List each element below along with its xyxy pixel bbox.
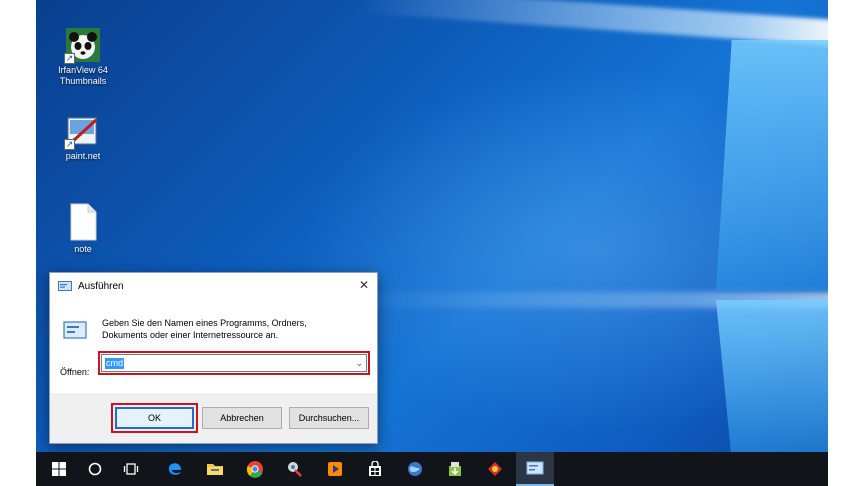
taskbar-file-explorer[interactable] — [196, 452, 234, 486]
run-dialog: Ausführen ✕ Geben Sie den Namen eines Pr… — [49, 272, 378, 444]
run-command-input[interactable]: cmd ⌄ — [101, 354, 367, 372]
desktop-icon-label-line2: Thumbnails — [59, 76, 107, 86]
game-icon — [488, 462, 502, 476]
ok-button[interactable]: OK — [115, 407, 194, 429]
file-explorer-icon — [207, 464, 223, 475]
installer-icon — [449, 462, 461, 476]
browse-button[interactable]: Durchsuchen... — [289, 407, 369, 429]
chevron-down-icon[interactable]: ⌄ — [355, 358, 363, 369]
windows-start-icon — [52, 462, 66, 476]
task-view-button[interactable] — [112, 452, 150, 486]
dialog-body: Geben Sie den Namen eines Programms, Ord… — [50, 299, 377, 393]
open-label: Öffnen: — [60, 367, 90, 377]
wallpaper-windows-pane-lower — [716, 300, 828, 452]
shortcut-arrow-icon: ↗ — [64, 139, 75, 150]
globe-app-icon — [408, 462, 422, 476]
close-button[interactable]: ✕ — [357, 278, 371, 292]
taskbar-app-pinwheel[interactable] — [276, 452, 314, 486]
taskbar-store[interactable] — [356, 452, 394, 486]
taskbar-game[interactable] — [476, 452, 514, 486]
text-file-icon — [66, 202, 100, 241]
desktop-icon-label: paint.net — [65, 151, 101, 161]
desktop-icon-label: IrfanView 64 — [58, 65, 108, 75]
taskbar-installer[interactable] — [436, 452, 474, 486]
media-player-icon — [328, 462, 342, 476]
paintnet-icon: ↗ — [64, 114, 100, 150]
dialog-button-bar: OK Abbrechen Durchsuchen... — [50, 393, 377, 443]
irfanview-panda-icon: ↗ — [64, 28, 100, 64]
run-app-icon — [526, 461, 544, 475]
taskbar-media-player[interactable] — [316, 452, 354, 486]
desktop-icon-label: note — [74, 244, 92, 254]
cancel-button[interactable]: Abbrechen — [202, 407, 282, 429]
wallpaper-light-beam — [356, 0, 828, 46]
taskbar-globe-app[interactable] — [396, 452, 434, 486]
shortcut-arrow-icon: ↗ — [64, 53, 75, 64]
cortana-search-button[interactable] — [76, 452, 114, 486]
desktop-icon-note[interactable]: note — [48, 202, 118, 255]
desktop-icon-paintnet[interactable]: ↗ paint.net — [48, 114, 118, 162]
cortana-search-icon — [88, 462, 102, 476]
task-view-icon — [123, 463, 139, 475]
taskbar — [36, 452, 828, 486]
store-icon — [369, 461, 381, 476]
dialog-description: Geben Sie den Namen eines Programms, Ord… — [102, 318, 307, 340]
run-app-icon — [58, 281, 72, 291]
taskbar-chrome[interactable] — [236, 452, 274, 486]
taskbar-edge[interactable] — [156, 452, 194, 486]
input-selected-text: cmd — [105, 357, 125, 369]
wallpaper-windows-pane-upper — [716, 40, 828, 290]
app-pinwheel-icon — [288, 462, 302, 477]
run-app-icon — [63, 321, 87, 339]
start-button[interactable] — [40, 452, 78, 486]
desktop-icon-irfanview[interactable]: ↗ IrfanView 64 Thumbnails — [48, 28, 118, 87]
dialog-title: Ausführen — [78, 280, 124, 292]
dialog-titlebar[interactable]: Ausführen ✕ — [50, 273, 377, 299]
chrome-icon — [246, 461, 263, 478]
taskbar-run-dialog[interactable] — [516, 452, 554, 486]
edge-browser-icon — [168, 463, 181, 475]
